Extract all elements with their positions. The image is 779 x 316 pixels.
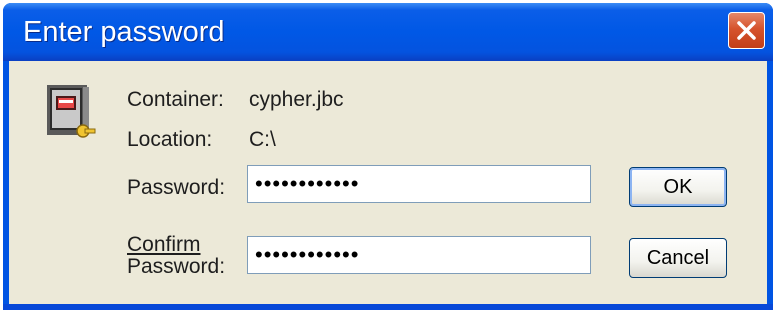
title-bar[interactable]: Enter password (3, 3, 773, 61)
password-label: Password: (127, 176, 226, 199)
password-input[interactable]: •••••••••••• (247, 165, 591, 203)
location-label: Location: (127, 128, 213, 151)
cancel-button[interactable]: Cancel (629, 238, 727, 278)
confirm-label-line1: Confirm (127, 233, 201, 256)
confirm-label-line2: Password: (127, 255, 226, 278)
close-icon (737, 21, 756, 40)
close-button[interactable] (728, 12, 765, 49)
dialog-body: Container: cypher.jbc Location: C:\ Pass… (9, 61, 767, 304)
password-dots: •••••••••••• (255, 171, 360, 196)
password-dialog: Enter password Container: cypher.jbc Loc… (3, 3, 773, 310)
confirm-password-label: Confirm Password: (127, 234, 225, 278)
safe-icon (47, 85, 96, 138)
confirm-password-input[interactable]: •••••••••••• (247, 236, 591, 274)
location-value: C:\ (249, 128, 276, 151)
confirm-password-dots: •••••••••••• (255, 242, 360, 267)
container-label: Container: (127, 88, 224, 111)
ok-button[interactable]: OK (629, 167, 727, 207)
container-value: cypher.jbc (249, 88, 344, 111)
window-bottom-border (3, 304, 773, 310)
dialog-title: Enter password (23, 16, 225, 48)
